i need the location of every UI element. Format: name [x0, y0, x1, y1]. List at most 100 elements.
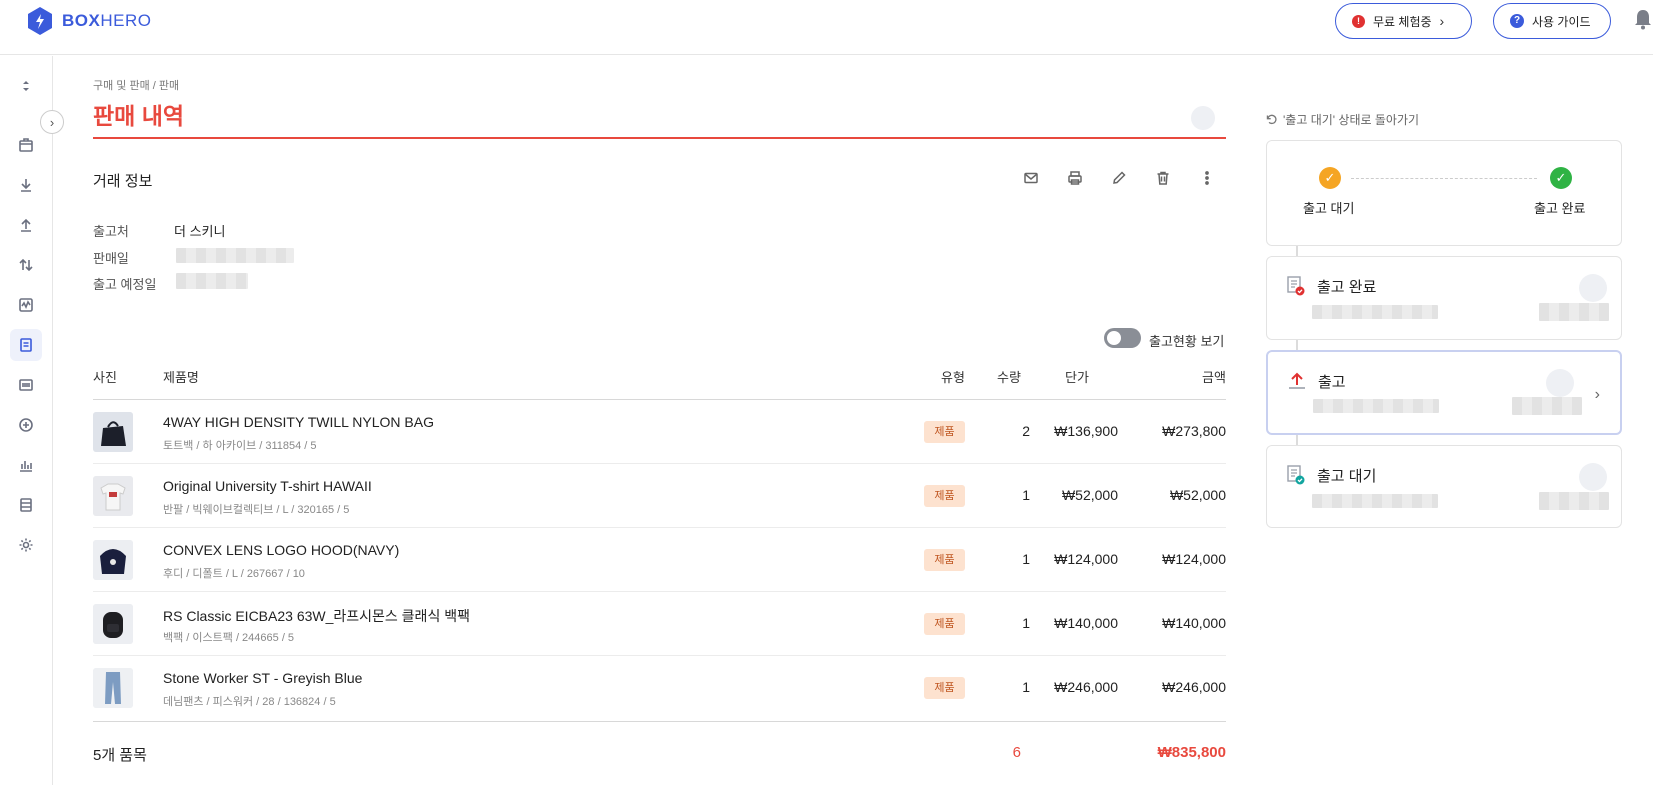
user-guide-button[interactable]: ? 사용 가이드 — [1493, 3, 1611, 39]
product-name[interactable]: Original University T-shirt HAWAII — [163, 478, 372, 494]
user-guide-label: 사용 가이드 — [1532, 14, 1591, 29]
log-title: 출고 완료 — [1317, 279, 1377, 296]
edit-icon[interactable] — [1111, 170, 1129, 188]
data-icon[interactable] — [14, 493, 38, 517]
mail-icon[interactable] — [1023, 170, 1041, 188]
quantity: 2 — [1022, 423, 1030, 439]
free-trial-button[interactable]: ! 무료 체험중 › — [1335, 3, 1472, 39]
sidebar-expand-button[interactable]: › — [40, 110, 64, 134]
add-icon[interactable] — [14, 413, 38, 437]
logo[interactable]: BOXHERO — [26, 6, 151, 36]
table-row[interactable]: CONVEX LENS LOGO HOOD(NAVY) 후디 / 디폴트 / L… — [93, 528, 1226, 592]
title-divider — [93, 137, 1226, 139]
table-row[interactable]: 4WAY HIGH DENSITY TWILL NYLON BAG 토트백 / … — [93, 400, 1226, 464]
shipment-status-toggle-label: 출고현황 보기 — [1149, 334, 1225, 349]
more-icon[interactable] — [1199, 170, 1217, 188]
report-icon[interactable] — [14, 453, 38, 477]
sales-icon[interactable] — [10, 329, 42, 361]
step-label-pending: 출고 대기 — [1303, 201, 1355, 216]
log-card-shipment[interactable]: 출고 › — [1266, 350, 1622, 435]
unit-price: ₩140,000 — [1054, 615, 1118, 631]
table-row[interactable]: RS Classic EICBA23 63W_라프시몬스 클래식 백팩 백팩 /… — [93, 592, 1226, 656]
log-card-complete[interactable]: 출고 완료 — [1266, 256, 1622, 340]
table-row[interactable]: Original University T-shirt HAWAII 반팔 / … — [93, 464, 1226, 528]
line-amount: ₩52,000 — [1169, 487, 1226, 503]
product-thumbnail — [93, 668, 133, 708]
log-title: 출고 대기 — [1317, 468, 1377, 485]
box-icon[interactable] — [14, 133, 38, 157]
product-attributes: 토트백 / 하 아카이브 / 311854 / 5 — [163, 440, 317, 452]
product-name[interactable]: RS Classic EICBA23 63W_라프시몬스 클래식 백팩 — [163, 606, 470, 626]
line-amount: ₩140,000 — [1162, 615, 1226, 631]
item-count: 5개 품목 — [93, 747, 147, 764]
field-label-ship-date: 출고 예정일 — [93, 277, 157, 292]
check-icon: ✓ — [1550, 167, 1572, 189]
quantity: 1 — [1022, 551, 1030, 567]
col-photo: 사진 — [93, 370, 117, 385]
bell-icon[interactable] — [1634, 8, 1652, 30]
transfer-icon[interactable] — [14, 253, 38, 277]
sort-icon[interactable] — [14, 74, 38, 98]
unit-price: ₩136,900 — [1054, 423, 1118, 439]
product-name[interactable]: 4WAY HIGH DENSITY TWILL NYLON BAG — [163, 414, 434, 430]
field-value-vendor: 더 스키니 — [174, 224, 226, 239]
line-amount: ₩246,000 — [1162, 679, 1226, 695]
logo-text: BOXHERO — [62, 11, 152, 30]
shipment-status-toggle[interactable] — [1104, 328, 1141, 348]
log-meta-redacted — [1313, 399, 1439, 413]
table-footer-divider — [93, 721, 1226, 722]
col-amount: 금액 — [1202, 370, 1226, 385]
total-amount: ₩835,800 — [1157, 744, 1226, 761]
status-progress-card: ✓ ✓ 출고 대기 출고 완료 — [1266, 140, 1622, 246]
type-badge: 제품 — [924, 613, 965, 635]
table-row[interactable]: Stone Worker ST - Greyish Blue 데님팬츠 / 피스… — [93, 656, 1226, 720]
log-meta-redacted — [1312, 494, 1438, 508]
chevron-right-icon[interactable]: › — [1595, 386, 1600, 404]
product-thumbnail — [93, 540, 133, 580]
type-badge: 제품 — [924, 421, 965, 443]
revert-status-link[interactable]: '출고 대기' 상태로 돌아가기 — [1265, 111, 1419, 128]
product-name[interactable]: Stone Worker ST - Greyish Blue — [163, 670, 362, 686]
unit-price: ₩124,000 — [1054, 551, 1118, 567]
help-icon: ? — [1510, 14, 1524, 28]
log-card-pending[interactable]: 출고 대기 — [1266, 445, 1622, 528]
sidebar — [0, 56, 53, 785]
print-icon[interactable] — [1067, 170, 1085, 188]
avatar — [1191, 106, 1215, 130]
breadcrumb[interactable]: 구매 및 판매 / 판매 — [93, 77, 179, 93]
quantity: 1 — [1022, 487, 1030, 503]
check-icon: ✓ — [1319, 167, 1341, 189]
log-title: 출고 — [1318, 374, 1346, 391]
adjust-icon[interactable] — [14, 293, 38, 317]
type-badge: 제품 — [924, 677, 965, 699]
upload-red-icon — [1289, 372, 1305, 389]
delete-icon[interactable] — [1155, 170, 1173, 188]
free-trial-label: 무료 체험중 — [1373, 14, 1432, 29]
doc-check-teal-icon — [1287, 465, 1305, 485]
product-name[interactable]: CONVEX LENS LOGO HOOD(NAVY) — [163, 542, 399, 558]
quantity: 1 — [1022, 679, 1030, 695]
undo-icon — [1266, 114, 1277, 125]
field-label-vendor: 출고처 — [93, 224, 129, 239]
stock-out-icon[interactable] — [14, 213, 38, 237]
doc-check-red-icon — [1287, 276, 1305, 296]
settings-icon[interactable] — [14, 533, 38, 557]
col-price: 단가 — [1065, 370, 1089, 385]
product-thumbnail — [93, 412, 133, 452]
step-label-complete: 출고 완료 — [1534, 201, 1586, 216]
avatar — [1546, 369, 1574, 397]
stock-in-icon[interactable] — [14, 173, 38, 197]
product-thumbnail — [93, 476, 133, 516]
page-title: 판매 내역 — [93, 103, 185, 129]
type-badge: 제품 — [924, 549, 965, 571]
log-user-redacted — [1512, 397, 1582, 415]
line-amount: ₩124,000 — [1162, 551, 1226, 567]
chevron-right-icon: › — [1439, 13, 1445, 29]
barcode-icon[interactable] — [14, 373, 38, 397]
total-quantity: 6 — [1012, 744, 1021, 761]
product-thumbnail — [93, 604, 133, 644]
alert-icon: ! — [1352, 14, 1365, 28]
ship-date-redacted — [176, 273, 248, 289]
unit-price: ₩246,000 — [1054, 679, 1118, 695]
col-qty: 수량 — [997, 370, 1021, 385]
